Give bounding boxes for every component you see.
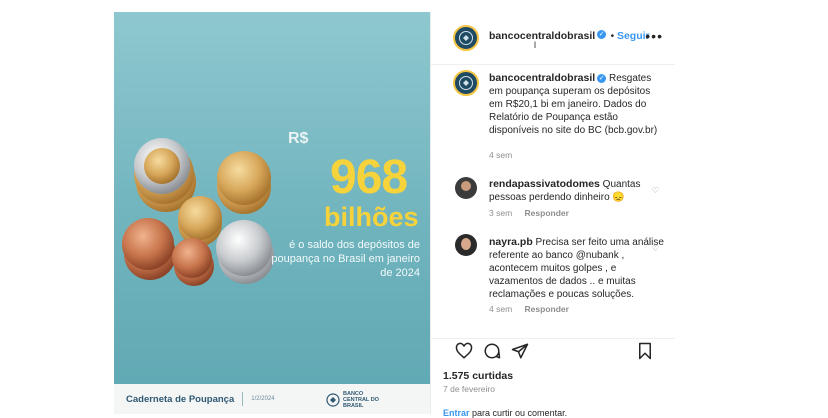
caption-avatar[interactable] xyxy=(453,70,479,96)
amount-number: 968 xyxy=(330,151,408,204)
comment-avatar[interactable] xyxy=(455,177,477,199)
post-header: bancocentraldobrasil ✓ • Seguir l ••• xyxy=(431,12,675,65)
comment-time[interactable]: 3 sem xyxy=(489,208,512,218)
amount-unit: bilhões xyxy=(324,202,419,232)
header-username[interactable]: bancocentraldobrasil xyxy=(489,30,595,42)
caption-time[interactable]: 4 sem xyxy=(489,150,512,160)
comment-like-icon[interactable]: ♡ xyxy=(652,244,659,253)
login-prompt: Entrar para curtir ou comentar. xyxy=(443,408,567,418)
post-image[interactable]: R$ 968 bilhões é o saldo dos depósitos d… xyxy=(114,12,430,414)
comment: nayra.pb Precisa ser feito uma análise r… xyxy=(489,236,669,301)
reply-button[interactable]: Responder xyxy=(525,208,569,218)
currency-symbol: R$ xyxy=(288,130,309,147)
comment-bubble-icon[interactable] xyxy=(483,342,501,360)
comment-username[interactable]: rendapassivatodomes xyxy=(489,178,600,190)
comment-username[interactable]: nayra.pb xyxy=(489,236,533,248)
comment-meta: 4 sem Responder xyxy=(489,304,569,314)
bcb-logo: BANCO CENTRAL DO BRASIL xyxy=(326,391,387,409)
likes-count[interactable]: 1.575 curtidas xyxy=(443,370,513,382)
caption-username[interactable]: bancocentraldobrasil xyxy=(489,72,595,84)
login-link[interactable]: Entrar xyxy=(443,408,470,418)
share-send-icon[interactable] xyxy=(511,342,529,360)
image-footer: Caderneta de Poupança 1/2/2024 BANCO CEN… xyxy=(114,384,430,414)
comment-time[interactable]: 4 sem xyxy=(489,304,512,314)
comment: rendapassivatodomes Quantas pessoas perd… xyxy=(489,178,669,204)
comment-like-icon[interactable]: ♡ xyxy=(652,186,659,195)
bcb-logo-icon xyxy=(326,393,340,407)
verified-badge-icon: ✓ xyxy=(597,73,607,83)
footer-title: Caderneta de Poupança xyxy=(126,393,235,405)
bcb-logo-text: BANCO CENTRAL DO BRASIL xyxy=(343,391,379,409)
profile-avatar[interactable] xyxy=(453,25,479,51)
footer-date: 1/2/2024 xyxy=(251,396,275,402)
more-options-icon[interactable]: ••• xyxy=(645,28,663,44)
bcb-avatar-icon xyxy=(459,31,473,45)
amount-description: é o saldo dos depósitos de poupança no B… xyxy=(271,239,420,279)
comment-meta: 3 sem Responder xyxy=(489,208,569,218)
comment-avatar[interactable] xyxy=(455,234,477,256)
save-bookmark-icon[interactable] xyxy=(637,342,653,360)
verified-badge-icon: ✓ xyxy=(597,30,607,40)
caption: bancocentraldobrasil ✓ Resgates em poupan… xyxy=(489,72,665,137)
footer-divider xyxy=(242,392,244,406)
instagram-post: R$ 968 bilhões é o saldo dos depósitos d… xyxy=(114,12,675,418)
login-prompt-text: para curtir ou comentar. xyxy=(472,408,568,418)
like-heart-icon[interactable] xyxy=(455,342,473,360)
post-date: 7 de fevereiro xyxy=(443,384,495,394)
header-subtitle: l xyxy=(534,40,536,50)
post-side-panel: bancocentraldobrasil ✓ • Seguir l ••• ban… xyxy=(430,12,675,418)
bcb-avatar-icon xyxy=(459,76,473,90)
reply-button[interactable]: Responder xyxy=(525,304,569,314)
